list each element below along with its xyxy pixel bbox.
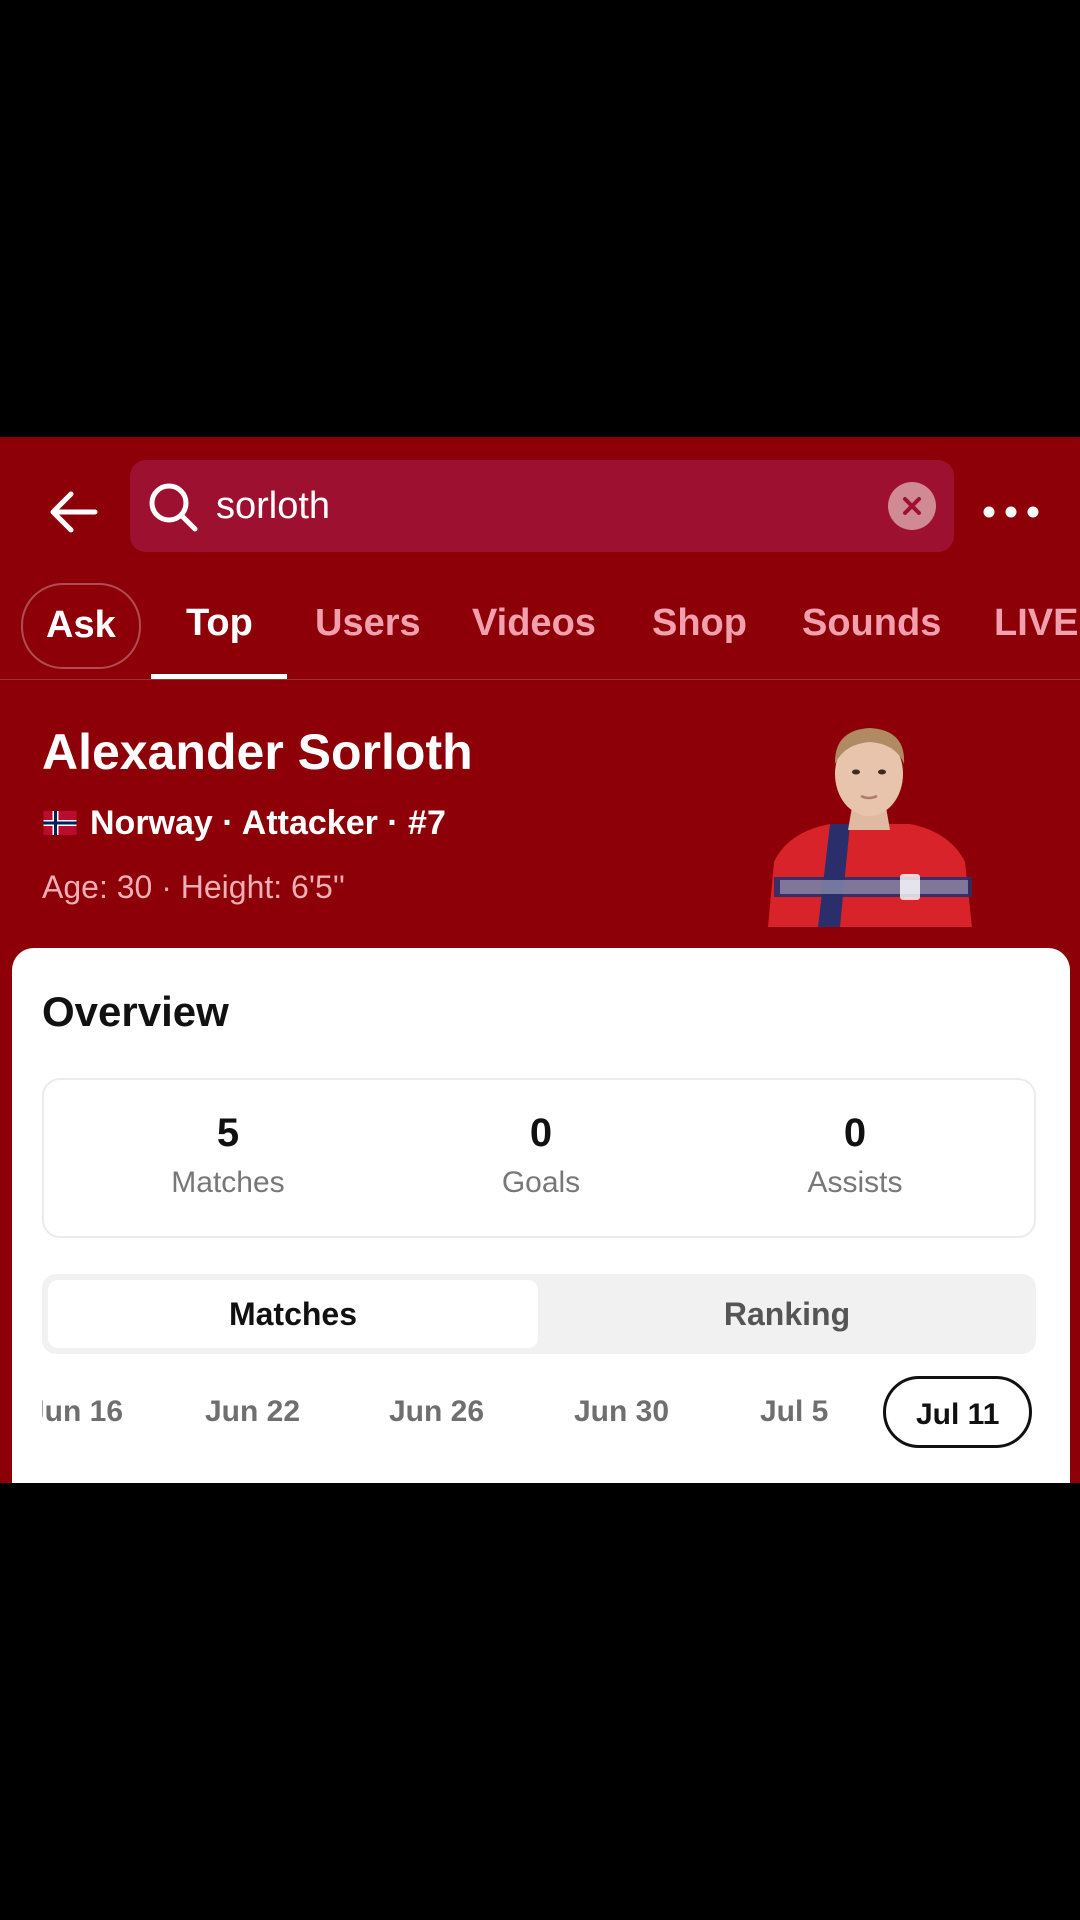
matches-ranking-toggle: Matches Ranking — [42, 1274, 1036, 1354]
tab-videos[interactable]: Videos — [472, 583, 596, 679]
segment-matches[interactable]: Matches — [48, 1280, 538, 1348]
stat-label: Matches — [171, 1166, 285, 1199]
date-item[interactable]: Jul 5 — [760, 1376, 828, 1448]
stat-goals: 0 Goals — [391, 1108, 691, 1208]
date-item-selected[interactable]: Jul 11 — [883, 1376, 1033, 1448]
search-tabs: Ask Top Users Videos Shop Sounds LIVE — [0, 583, 1080, 680]
norway-flag-icon — [43, 811, 77, 835]
search-results-screen: sorloth Ask Top Users Videos Shop Sounds… — [0, 437, 1080, 1483]
segment-ranking[interactable]: Ranking — [542, 1280, 1032, 1348]
date-item[interactable]: Jun 26 — [389, 1376, 484, 1448]
tab-live[interactable]: LIVE — [994, 583, 1078, 679]
stat-value: 5 — [216, 1111, 240, 1155]
search-input[interactable]: sorloth — [216, 460, 330, 552]
clear-icon — [903, 497, 921, 515]
clear-search-button[interactable] — [888, 482, 936, 530]
date-item[interactable]: Jun 16 — [42, 1376, 123, 1448]
match-date-selector: Jun 16 Jun 22 Jun 26 Jun 30 Jul 5 Jul 11 — [42, 1376, 1036, 1452]
player-age-height: Age: 30 · Height: 6'5'' — [42, 869, 345, 905]
back-button[interactable] — [38, 477, 108, 547]
overview-card: Overview 5 Matches 0 Goals 0 Assists Mat… — [12, 948, 1070, 1483]
overview-title: Overview — [42, 988, 229, 1035]
back-arrow-icon — [50, 491, 98, 533]
tab-shop[interactable]: Shop — [652, 583, 747, 679]
player-photo — [768, 728, 972, 927]
more-options-button[interactable] — [976, 477, 1046, 547]
stat-assists: 0 Assists — [705, 1108, 1005, 1208]
tab-top[interactable]: Top — [186, 583, 253, 679]
date-item[interactable]: Jun 30 — [574, 1376, 669, 1448]
stats-summary: 5 Matches 0 Goals 0 Assists — [42, 1078, 1036, 1238]
tab-users[interactable]: Users — [315, 583, 421, 679]
stat-value: 0 — [843, 1111, 867, 1155]
tab-ask[interactable]: Ask — [21, 583, 141, 669]
player-meta-text: Norway · Attacker · #7 — [90, 803, 446, 842]
player-name: Alexander Sorloth — [42, 724, 473, 780]
stat-value: 0 — [529, 1111, 553, 1155]
tab-sounds[interactable]: Sounds — [802, 583, 941, 679]
more-icon — [983, 506, 1039, 518]
stat-matches: 5 Matches — [78, 1108, 378, 1208]
player-meta: Norway · Attacker · #7 — [42, 799, 446, 847]
date-item[interactable]: Jun 22 — [205, 1376, 300, 1448]
search-icon — [149, 483, 198, 532]
search-bar[interactable]: sorloth — [130, 460, 954, 552]
active-tab-indicator — [151, 674, 287, 679]
stat-label: Goals — [501, 1166, 581, 1199]
stat-label: Assists — [807, 1166, 903, 1199]
